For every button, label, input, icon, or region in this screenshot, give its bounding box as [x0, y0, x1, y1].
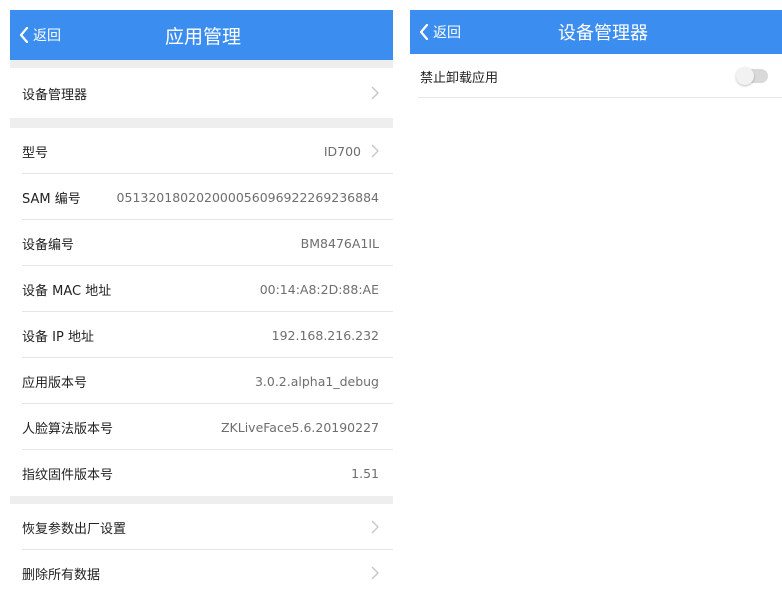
app-version-item: 应用版本号 3.0.2.alpha1_debug: [10, 358, 393, 404]
face-algorithm-version-label: 人脸算法版本号: [22, 421, 114, 437]
back-button[interactable]: 返回: [419, 10, 461, 54]
fingerprint-firmware-version-label: 指纹固件版本号: [22, 467, 114, 483]
fingerprint-firmware-version-value: 1.51: [351, 465, 379, 481]
model-value: ID700: [323, 143, 361, 159]
disable-uninstall-item: 禁止卸载应用: [410, 54, 782, 98]
face-algorithm-version-value: ZKLiveFace5.6.20190227: [220, 419, 379, 435]
sam-number-label: SAM 编号: [22, 191, 81, 207]
back-button[interactable]: 返回: [19, 10, 61, 60]
device-manager-header: 返回 设备管理器: [410, 10, 782, 54]
mac-address-item: 设备 MAC 地址 00:14:A8:2D:88:AE: [10, 266, 393, 312]
ip-address-value: 192.168.216.232: [271, 327, 379, 343]
chevron-right-icon: [371, 520, 379, 534]
back-label: 返回: [433, 25, 461, 41]
fingerprint-firmware-version-item: 指纹固件版本号 1.51: [10, 450, 393, 496]
device-serial-item: 设备编号 BM8476A1IL: [10, 220, 393, 266]
device-manager-label: 设备管理器: [22, 87, 88, 103]
device-manager-screen: 返回 设备管理器 禁止卸载应用: [410, 10, 782, 105]
disable-uninstall-label: 禁止卸载应用: [420, 70, 499, 86]
face-algorithm-version-item: 人脸算法版本号 ZKLiveFace5.6.20190227: [10, 404, 393, 450]
device-serial-label: 设备编号: [22, 237, 75, 253]
chevron-left-icon: [419, 24, 429, 40]
device-serial-value: BM8476A1IL: [300, 235, 379, 251]
device-manager-item[interactable]: 设备管理器: [10, 68, 393, 118]
restore-factory-settings-label: 恢复参数出厂设置: [22, 521, 127, 537]
app-version-label: 应用版本号: [22, 375, 88, 391]
ip-address-label: 设备 IP 地址: [22, 329, 94, 345]
restore-factory-settings-item[interactable]: 恢复参数出厂设置: [10, 504, 393, 550]
page-title: 设备管理器: [558, 23, 648, 44]
chevron-right-icon: [371, 566, 379, 580]
chevron-right-icon: [371, 86, 379, 100]
model-item[interactable]: 型号 ID700: [10, 128, 393, 174]
page-title: 应用管理: [165, 25, 242, 48]
mac-address-value: 00:14:A8:2D:88:AE: [259, 281, 379, 297]
sam-number-item: SAM 编号 0513201802020000560969222692368​8…: [10, 174, 393, 220]
delete-all-data-label: 删除所有数据: [22, 567, 101, 583]
app-version-value: 3.0.2.alpha1_debug: [254, 373, 379, 389]
disable-uninstall-toggle[interactable]: [736, 67, 768, 85]
back-label: 返回: [33, 28, 61, 44]
delete-all-data-item[interactable]: 删除所有数据: [10, 550, 393, 588]
section-gap: [10, 496, 393, 504]
app-management-header: 返回 应用管理: [10, 10, 393, 60]
chevron-right-icon: [371, 144, 379, 158]
ip-address-item: 设备 IP 地址 192.168.216.232: [10, 312, 393, 358]
mac-address-label: 设备 MAC 地址: [22, 283, 112, 299]
app-management-screen: 返回 应用管理 设备管理器 型号 ID700 SAM 编号 0513201802…: [10, 10, 393, 588]
sam-number-value: 0513201802020000560969222692368​84: [116, 189, 379, 205]
section-gap: [10, 118, 393, 128]
toggle-knob: [736, 67, 754, 85]
section-gap: [10, 60, 393, 68]
chevron-left-icon: [19, 27, 29, 43]
model-label: 型号: [22, 145, 49, 161]
